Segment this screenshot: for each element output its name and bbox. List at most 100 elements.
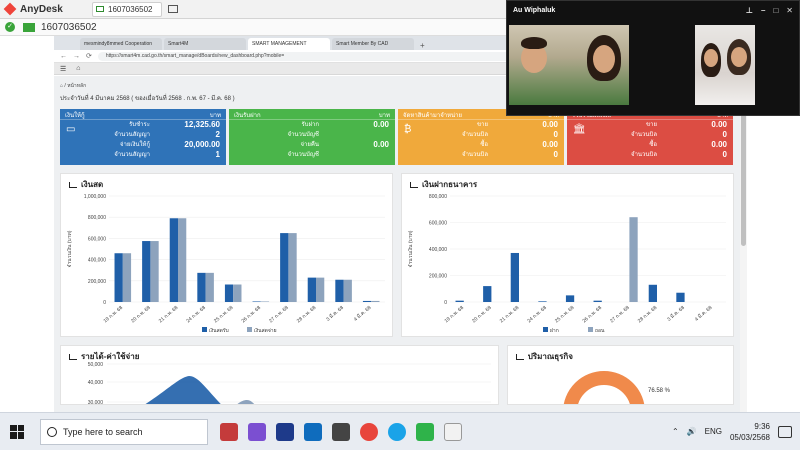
bar-chart-icon bbox=[410, 181, 418, 188]
donut-ring bbox=[563, 371, 644, 404]
income-chart: 50,000 40,000 30,000 bbox=[88, 362, 491, 405]
browser-tab[interactable]: mesmindy8mmed Cooperation bbox=[80, 38, 162, 50]
y-tick-label: 0 bbox=[103, 300, 106, 306]
system-tray: ⌃ 🔊 ENG 9:36 05/03/2568 bbox=[672, 421, 800, 443]
anydesk-address-input[interactable]: 1607036502 bbox=[41, 22, 97, 33]
card-row: ขาย 0.00 bbox=[567, 120, 733, 130]
browser-tab[interactable]: Smart4M bbox=[164, 38, 246, 50]
bar bbox=[178, 218, 187, 302]
card-row: จำนวนบิล 0 bbox=[567, 150, 733, 160]
bar bbox=[233, 284, 242, 302]
row-value bbox=[319, 150, 389, 160]
bar-chart-icon bbox=[69, 181, 77, 188]
legend-label: ถอน bbox=[595, 328, 605, 334]
bar bbox=[629, 217, 638, 302]
y-axis-label: จำนวนเงิน (บาท) bbox=[407, 230, 414, 267]
x-tick-label: 24 ก.พ. 68 bbox=[185, 305, 207, 325]
reload-icon[interactable]: ⟳ bbox=[86, 52, 92, 60]
row-value: 1 bbox=[215, 150, 220, 159]
volume-icon[interactable]: 🔊 bbox=[687, 427, 697, 436]
row-value: 0 bbox=[553, 130, 558, 139]
new-tab-icon[interactable]: + bbox=[416, 41, 429, 50]
card-row: จำนวนบิล 0 bbox=[398, 150, 564, 160]
card-title: เงินให้กู้ bbox=[65, 113, 85, 119]
close-icon[interactable]: ✕ bbox=[786, 6, 793, 15]
card-row: ขาย 0.00 bbox=[398, 120, 564, 130]
row-value bbox=[319, 130, 389, 140]
anydesk-session-tab[interactable]: 1607036502 bbox=[92, 1, 162, 17]
row-label: จำนวนสัญญา bbox=[114, 152, 150, 158]
legend-label: เงินสดจ่าย bbox=[254, 327, 277, 334]
home-icon[interactable]: ⌂ bbox=[76, 65, 80, 72]
card-title: เงินรับฝาก bbox=[234, 113, 261, 119]
row-label: จำนวนบิล bbox=[631, 152, 657, 158]
participant-hair bbox=[521, 37, 547, 49]
bar bbox=[169, 218, 178, 302]
minimize-icon[interactable]: – bbox=[761, 6, 765, 15]
language-indicator[interactable]: ENG bbox=[705, 427, 722, 436]
document-app-icon[interactable] bbox=[444, 422, 462, 441]
y-tick-label: 400,000 bbox=[88, 258, 106, 264]
clock[interactable]: 9:36 05/03/2568 bbox=[730, 421, 770, 443]
row-value: 0.00 bbox=[711, 140, 727, 149]
row-label: ซื้อ bbox=[480, 142, 488, 148]
y-tick-label: 400,000 bbox=[429, 247, 447, 253]
y-tick-label: 30,000 bbox=[88, 400, 104, 405]
participant-face bbox=[704, 49, 718, 67]
windows-start-icon[interactable] bbox=[10, 424, 24, 439]
y-tick-label: 800,000 bbox=[88, 215, 106, 221]
row-label: จ่ายคืน bbox=[300, 142, 319, 148]
row-label: ซื้อ bbox=[649, 142, 657, 148]
card-row: รับชำระ 12,325.60 bbox=[60, 120, 226, 130]
dashboard: ⌂ / หน้าหลัก ประจำวันที่ 4 มีนาคม 2568 (… bbox=[54, 76, 740, 412]
scrollbar-thumb[interactable] bbox=[741, 96, 746, 246]
browser-tab-active[interactable]: SMART MANAGEMENT bbox=[248, 38, 330, 50]
maximize-icon[interactable]: □ bbox=[773, 6, 778, 15]
outlook-app-icon[interactable] bbox=[304, 422, 322, 441]
pin-icon[interactable]: ⊥ bbox=[746, 6, 753, 15]
back-icon[interactable]: ← bbox=[60, 53, 67, 60]
menu-icon[interactable]: ☰ bbox=[60, 65, 66, 73]
bar bbox=[122, 253, 132, 302]
monitor-icon[interactable] bbox=[168, 5, 178, 13]
y-tick-label: 200,000 bbox=[88, 279, 106, 285]
chevron-up-icon[interactable]: ⌃ bbox=[672, 427, 679, 436]
anydesk-brand: AnyDesk bbox=[20, 3, 63, 15]
line-app-icon[interactable] bbox=[416, 422, 434, 441]
copilot-app-icon[interactable] bbox=[248, 422, 266, 441]
x-tick-label: 24 ก.พ. 68 bbox=[526, 305, 548, 325]
card-row: ซื้อ 0.00 bbox=[567, 140, 733, 150]
taskbar-search[interactable]: Type here to search bbox=[40, 418, 208, 445]
business-panel: ปริมาณธุรกิจ 76.58 % bbox=[506, 345, 734, 405]
row-value: 0.00 bbox=[542, 140, 558, 149]
legend-swatch bbox=[543, 327, 548, 332]
card-row: จ่ายคืน 0.00 bbox=[229, 140, 395, 150]
forward-icon[interactable]: → bbox=[73, 53, 80, 60]
cash-panel: เงินสด 0 200,000 400,000 600,000 800,000 1,00… bbox=[60, 173, 393, 337]
x-tick-label: 21 ก.พ. 68 bbox=[499, 305, 521, 325]
card-unit: บาท bbox=[209, 113, 221, 119]
legend-swatch bbox=[202, 327, 207, 332]
anydesk-app-icon[interactable] bbox=[220, 422, 238, 441]
video-call-window: Au Wiphaluk ⊥ – □ ✕ bbox=[506, 0, 800, 116]
bar bbox=[280, 233, 289, 302]
photoshop-app-icon[interactable] bbox=[276, 422, 294, 441]
search-placeholder: Type here to search bbox=[63, 426, 143, 437]
edge-app-icon[interactable] bbox=[388, 422, 406, 441]
x-tick-label: 26 ก.พ. 68 bbox=[241, 305, 263, 325]
y-tick-label: 1,000,000 bbox=[84, 194, 106, 200]
chrome-app-icon[interactable] bbox=[360, 422, 378, 441]
search-icon bbox=[47, 426, 57, 437]
notification-icon[interactable] bbox=[778, 425, 792, 438]
x-tick-label: 26 ก.พ. 68 bbox=[582, 305, 604, 325]
participant-face bbox=[593, 45, 615, 73]
bar bbox=[593, 300, 602, 302]
page-scrollbar[interactable] bbox=[740, 76, 747, 412]
bar bbox=[343, 279, 352, 302]
card-row: ซื้อ 0.00 bbox=[398, 140, 564, 150]
file-explorer-icon[interactable] bbox=[332, 422, 350, 441]
browser-tab[interactable]: Smart Member By CAD bbox=[332, 38, 414, 50]
x-tick-label: 4 มี.ค. 68 bbox=[352, 304, 372, 323]
row-label: ขาย bbox=[477, 122, 488, 128]
row-label: ขาย bbox=[646, 122, 657, 128]
